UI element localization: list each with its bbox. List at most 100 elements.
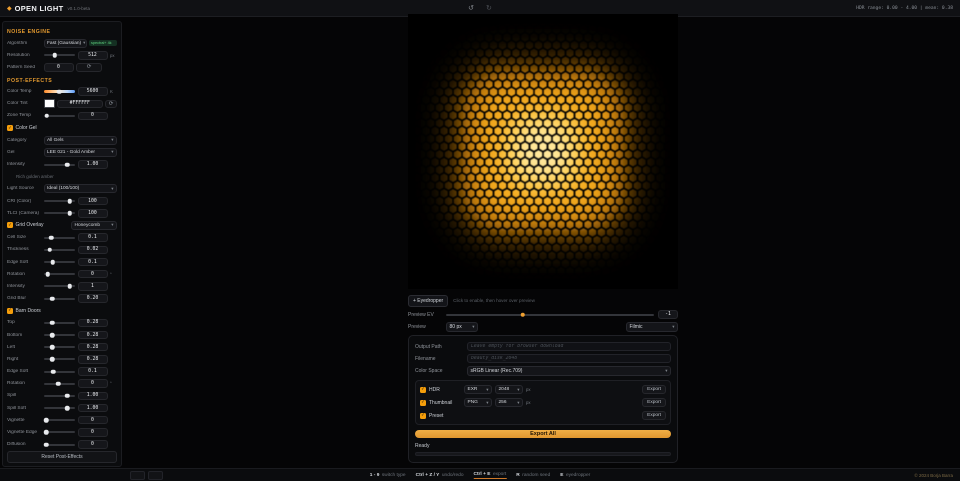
reset-tint-button[interactable]: ⟳ [105, 99, 117, 109]
left-value[interactable]: 0.28 [77, 342, 108, 352]
color-temp-slider[interactable] [43, 90, 75, 94]
thumbnail-size-select[interactable]: 256 ▾ [495, 398, 523, 407]
honeycomb-select[interactable]: Honeycomb ▾ [71, 220, 117, 230]
edge-soft-value[interactable]: 0.1 [77, 257, 108, 267]
grid-blur-slider[interactable] [43, 297, 75, 300]
intensity-slider[interactable] [43, 285, 75, 288]
edge-soft-slider[interactable] [43, 370, 75, 373]
preset-export-button[interactable]: Export [642, 411, 666, 420]
shortcut-undo-redo: Ctrl + Z / Yundo/redo [416, 473, 464, 478]
resolution-slider[interactable] [43, 54, 75, 57]
undo-icon[interactable]: ↺ [468, 4, 474, 12]
right-value[interactable]: 0.28 [77, 355, 108, 364]
preview-ev-slider[interactable] [446, 313, 654, 316]
diffusion-slider[interactable] [43, 443, 75, 446]
light-source-select-value: Ideal (100/100) [47, 186, 80, 192]
intensity-value[interactable]: 1.00 [77, 160, 108, 169]
preset-checkbox[interactable]: ✓ [420, 412, 426, 419]
zone-temp-slider[interactable] [43, 114, 75, 117]
spill-slider[interactable] [43, 394, 75, 397]
hdr-size-select[interactable]: 2048 ▾ [495, 385, 523, 394]
right-slider[interactable] [43, 358, 75, 361]
control-row: Thickness 0.02 [7, 244, 117, 256]
shortcut-eyedropper: Eeyedropper [560, 473, 590, 478]
top-value[interactable]: 0.28 [77, 318, 108, 328]
bottom-value[interactable]: 0.28 [77, 330, 108, 340]
chevron-down-icon: ▾ [111, 149, 114, 155]
reset-post-effects-button[interactable]: Reset Post-Effects [7, 450, 117, 463]
diffusion-value[interactable]: 0 [77, 440, 108, 449]
cell-size-slider[interactable] [43, 236, 75, 239]
tlci-camera-value[interactable]: 100 [77, 209, 108, 218]
intensity-slider[interactable] [43, 163, 75, 166]
spill-soft-slider[interactable] [43, 407, 75, 410]
cri-color-slider[interactable] [43, 200, 75, 203]
control-label: Rotation [7, 271, 25, 277]
rotation-slider[interactable] [43, 273, 75, 276]
color-temp-value[interactable]: 5600 [77, 87, 108, 96]
footer-chip[interactable] [148, 470, 163, 480]
vignette-edge-value[interactable]: 0 [77, 428, 108, 437]
preview-size-select[interactable]: 80 px ▾ [446, 322, 478, 332]
hdr-format-select[interactable]: EXR ▾ [464, 385, 492, 394]
resolution-value[interactable]: 512 [77, 51, 108, 60]
intensity-value[interactable]: 1 [77, 282, 108, 291]
control-row: Right 0.28 [7, 353, 117, 365]
edge-soft-value[interactable]: 0.1 [77, 367, 108, 376]
tlci-camera-slider[interactable] [43, 212, 75, 215]
spill-soft-value[interactable]: 1.00 [77, 403, 108, 413]
footer-chip[interactable] [130, 470, 145, 480]
redo-icon[interactable]: ↻ [486, 4, 492, 12]
tint-hex-value[interactable]: #FFFFFF [57, 99, 103, 109]
vignette-value[interactable]: 0 [77, 415, 108, 425]
eyedropper-button[interactable]: + Eyedropper [408, 294, 449, 307]
thumbnail-format-select[interactable]: PNG ▾ [464, 398, 492, 407]
light-source-select[interactable]: Ideal (100/100) ▾ [43, 184, 117, 194]
bottom-slider[interactable] [43, 334, 75, 337]
gel-select[interactable]: LEE 021 - Gold Amber ▾ [43, 147, 117, 157]
grid-overlay-checkbox[interactable]: ✓ [7, 222, 13, 229]
color-space-select[interactable]: sRGB Linear (Rec.709) ▾ [467, 366, 671, 376]
tint-color-swatch[interactable] [43, 99, 55, 109]
zone-temp-value[interactable]: 0 [77, 111, 108, 121]
control-row: ✓ Barn Doors [7, 305, 117, 317]
thumbnail-checkbox[interactable]: ✓ [420, 399, 426, 406]
grid-blur-value[interactable]: 0.20 [77, 294, 108, 303]
control-row: Cell Size 0.1 [7, 232, 117, 244]
vignette-edge-slider[interactable] [43, 431, 75, 434]
honeycomb-select-value: Honeycomb [74, 222, 101, 228]
thickness-slider[interactable] [43, 248, 75, 251]
randomize-seed-button[interactable]: ⟳ [76, 63, 102, 72]
output-path-input[interactable] [467, 342, 671, 351]
thumbnail-export-button[interactable]: Export [642, 398, 666, 407]
honeycomb-light-render [408, 14, 678, 289]
thumbnail-format-select-value: PNG [467, 400, 478, 405]
chevron-down-icon: ▾ [517, 399, 520, 405]
left-slider[interactable] [43, 346, 75, 349]
rotation-slider[interactable] [43, 382, 75, 385]
preview-canvas[interactable] [408, 14, 678, 289]
preview-ev-value[interactable]: -1 [658, 310, 678, 319]
algorithm-select[interactable]: Fast (Gaussian) ▾ [43, 38, 87, 48]
preview-size-value: 80 px [449, 324, 462, 330]
export-all-button[interactable]: Export All [415, 430, 671, 438]
thickness-value[interactable]: 0.02 [77, 245, 108, 255]
color-gel-checkbox[interactable]: ✓ [7, 125, 13, 132]
edge-soft-slider[interactable] [43, 261, 75, 263]
rotation-value[interactable]: 0 [77, 269, 108, 279]
cri-color-value[interactable]: 100 [77, 196, 108, 206]
top-slider[interactable] [43, 321, 75, 324]
vignette-slider[interactable] [43, 419, 75, 422]
tone-mapping-select[interactable]: Filmic ▾ [626, 322, 678, 332]
filename-input[interactable] [467, 354, 671, 363]
cell-size-value[interactable]: 0.1 [77, 233, 108, 242]
hdr-checkbox[interactable]: ✓ [420, 386, 426, 393]
rotation-value[interactable]: 0 [77, 379, 108, 388]
control-label: Vignette Edge [7, 429, 38, 435]
barn-doors-checkbox[interactable]: ✓ [7, 307, 13, 314]
hdr-export-button[interactable]: Export [642, 385, 666, 394]
category-select[interactable]: All Gels ▾ [43, 135, 117, 145]
seed-input[interactable]: 0 [43, 63, 74, 72]
spill-value[interactable]: 1.00 [77, 391, 108, 401]
control-label: Pattern Seed [7, 64, 36, 70]
